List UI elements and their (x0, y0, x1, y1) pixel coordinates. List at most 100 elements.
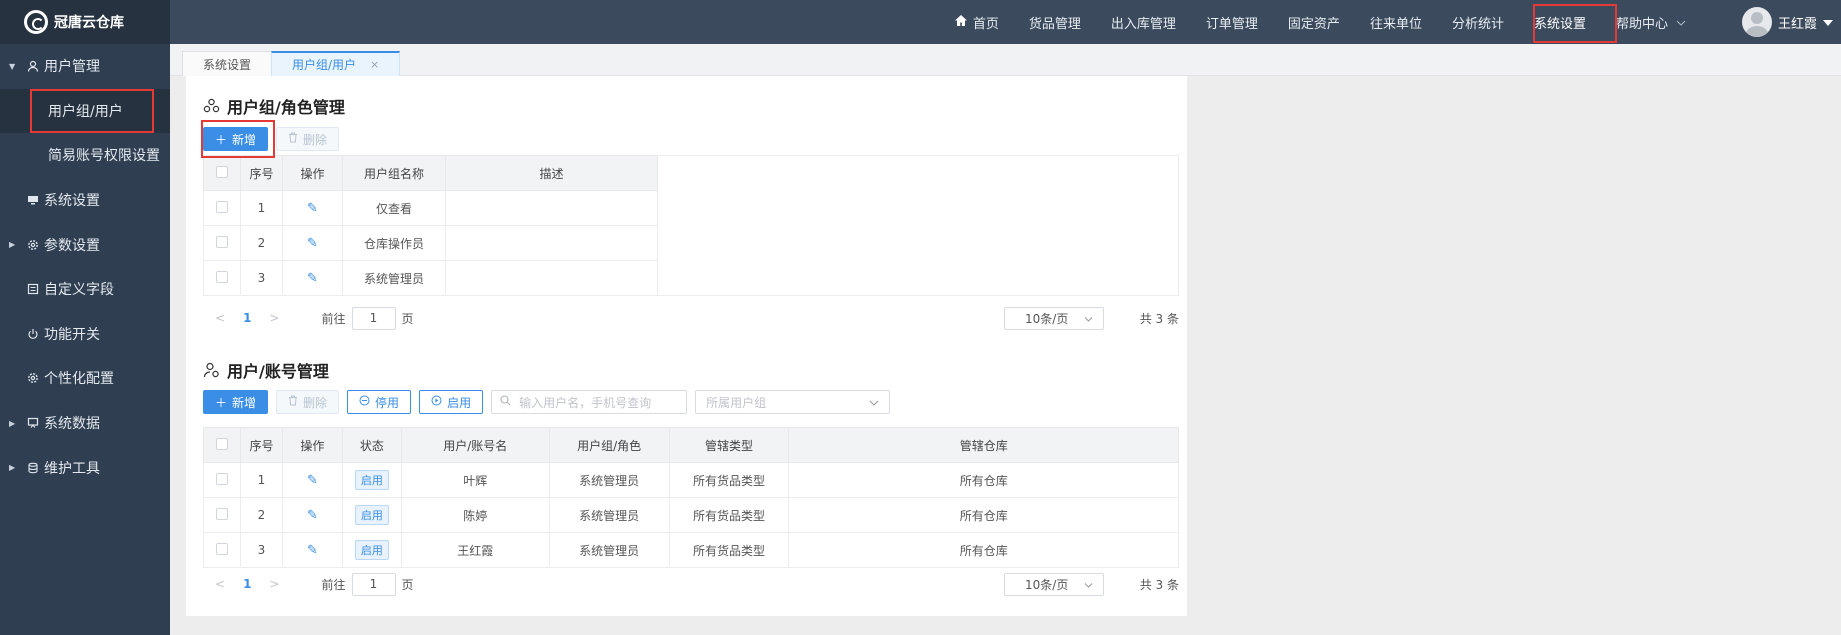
prev-page-icon[interactable]: < (215, 311, 225, 325)
power-icon (26, 327, 39, 340)
topnav-label: 帮助中心 (1615, 16, 1668, 32)
user-role: 系统管理员 (548, 462, 670, 498)
minus-circle-icon (359, 395, 370, 409)
topnav-label: 系统设置 (1533, 16, 1586, 32)
current-page[interactable]: 1 (243, 311, 251, 325)
edit-icon[interactable]: ✎ (282, 260, 343, 296)
sidebar-item-maintenance-tools[interactable]: ▶ 维护工具 (0, 445, 170, 490)
page-size-select[interactable]: 10条/页 (1004, 306, 1104, 330)
add-group-button[interactable]: ＋ 新增 (203, 127, 269, 151)
group-description (445, 190, 658, 226)
goto-page-input[interactable]: 1 (351, 306, 396, 330)
goto-page-input[interactable]: 1 (351, 572, 396, 596)
row-checkbox[interactable] (203, 260, 241, 296)
sidebar-item-system-data[interactable]: ▶ 系统数据 (0, 401, 170, 446)
group-description (445, 225, 658, 261)
row-checkbox[interactable] (203, 497, 241, 533)
topnav-help[interactable]: 帮助中心 (1601, 0, 1701, 44)
topnav-fixed-assets[interactable]: 固定资产 (1273, 0, 1355, 44)
topnav-home[interactable]: 首页 (939, 0, 1014, 44)
user-menu[interactable]: 王红霞 (1741, 7, 1833, 37)
sidebar-item-system-settings[interactable]: 系统设置 (0, 178, 170, 223)
delete-group-button[interactable]: 删除 (276, 127, 340, 151)
tab-user-groups[interactable]: 用户组/用户 × (271, 51, 401, 76)
topnav-partners[interactable]: 往来单位 (1355, 0, 1437, 44)
managed-warehouse: 所有仓库 (788, 497, 1179, 533)
group-description (445, 260, 658, 296)
row-number: 1 (240, 190, 283, 226)
table-row[interactable]: 2 ✎ 仓库操作员 (203, 225, 658, 261)
row-checkbox[interactable] (203, 532, 241, 568)
users-toolbar: ＋ 新增 删除 停用 启用 输入用户名，手机号查询 所属用户组 (203, 390, 891, 414)
page-size-select[interactable]: 10条/页 (1004, 572, 1104, 596)
topnav-inout[interactable]: 出入库管理 (1096, 0, 1191, 44)
topnav-analytics[interactable]: 分析统计 (1437, 0, 1519, 44)
sidebar-item-label: 简易账号权限设置 (48, 148, 160, 165)
sidebar-item-label: 个性化配置 (44, 371, 114, 388)
user-group-select[interactable]: 所属用户组 (695, 390, 891, 414)
sidebar-item-custom-fields[interactable]: 自定义字段 (0, 267, 170, 312)
topnav-label: 固定资产 (1287, 16, 1340, 32)
column-header: 状态 (341, 427, 402, 463)
sidebar-item-personalization[interactable]: 个性化配置 (0, 356, 170, 401)
prev-page-icon[interactable]: < (215, 577, 225, 591)
add-user-button[interactable]: ＋ 新增 (203, 390, 269, 414)
topnav-label: 首页 (972, 16, 999, 32)
table-row[interactable]: 1 ✎ 启用 叶辉 系统管理员 所有货品类型 所有仓库 (203, 462, 1179, 498)
current-page[interactable]: 1 (243, 577, 251, 591)
users-pagination: < 1 > 前往 1 页 10条/页 共 3 条 (203, 569, 1179, 599)
edit-icon[interactable]: ✎ (281, 532, 343, 568)
select-all-checkbox[interactable] (203, 155, 241, 191)
managed-type: 所有货品类型 (668, 497, 790, 533)
plus-icon: ＋ (215, 132, 228, 147)
topnav-orders[interactable]: 订单管理 (1191, 0, 1273, 44)
section-title-groups: 用户组/角色管理 (203, 94, 345, 118)
edit-icon[interactable]: ✎ (281, 497, 343, 533)
table-row[interactable]: 2 ✎ 启用 陈婷 系统管理员 所有货品类型 所有仓库 (203, 497, 1179, 533)
user-name: 陈婷 (400, 497, 550, 533)
next-page-icon[interactable]: > (269, 577, 279, 591)
column-header: 操作 (282, 155, 343, 191)
topnav-label: 往来单位 (1369, 16, 1422, 32)
user-search-input[interactable]: 输入用户名，手机号查询 (491, 390, 688, 414)
next-page-icon[interactable]: > (269, 311, 279, 325)
column-header: 序号 (240, 155, 283, 191)
delete-user-button[interactable]: 删除 (276, 390, 340, 414)
chart-board-icon (26, 417, 39, 430)
database-icon (26, 461, 39, 474)
column-header: 用户组/角色 (548, 427, 670, 463)
table-empty-area (657, 155, 1179, 296)
disable-user-button[interactable]: 停用 (347, 390, 412, 414)
row-checkbox[interactable] (203, 225, 241, 261)
table-row[interactable]: 3 ✎ 启用 王红霞 系统管理员 所有货品类型 所有仓库 (203, 532, 1179, 568)
edit-icon[interactable]: ✎ (282, 190, 343, 226)
table-row[interactable]: 1 ✎ 仅查看 (203, 190, 658, 226)
sidebar-item-simple-permissions[interactable]: 简易账号权限设置 (0, 133, 170, 178)
sidebar-item-user-management[interactable]: ▼ 用户管理 (0, 44, 170, 89)
select-all-checkbox[interactable] (203, 427, 241, 463)
user-name: 王红霞 (1777, 16, 1817, 32)
topnav-system-settings[interactable]: 系统设置 (1519, 0, 1601, 44)
sidebar-item-parameter-settings[interactable]: ▶ 参数设置 (0, 222, 170, 267)
row-checkbox[interactable] (203, 190, 241, 226)
button-label: 删除 (303, 395, 328, 410)
topnav-goods[interactable]: 货品管理 (1014, 0, 1096, 44)
table-row[interactable]: 3 ✎ 系统管理员 (203, 260, 658, 296)
trash-icon (288, 395, 298, 409)
sidebar-item-feature-switch[interactable]: 功能开关 (0, 312, 170, 357)
row-checkbox[interactable] (203, 462, 241, 498)
tab-system-settings[interactable]: 系统设置 (182, 51, 273, 76)
sidebar-item-user-groups[interactable]: 用户组/用户 (0, 88, 170, 134)
sidebar-item-label: 用户组/用户 (48, 103, 123, 120)
topnav-label: 货品管理 (1028, 16, 1081, 32)
user-group-icon (203, 98, 220, 114)
caret-right-icon: ▶ (9, 240, 16, 250)
app-logo[interactable]: 冠唐云仓库 (0, 0, 170, 44)
edit-icon[interactable]: ✎ (281, 462, 343, 498)
topnav-label: 订单管理 (1205, 16, 1258, 32)
edit-icon[interactable]: ✎ (282, 225, 343, 261)
close-icon[interactable]: × (370, 58, 379, 71)
enable-user-button[interactable]: 启用 (419, 390, 484, 414)
button-label: 停用 (375, 395, 400, 410)
sidebar: 冠唐云仓库 ▼ 用户管理 用户组/用户 简易账号权限设置 系统设置 ▶ 参数设置… (0, 0, 170, 635)
